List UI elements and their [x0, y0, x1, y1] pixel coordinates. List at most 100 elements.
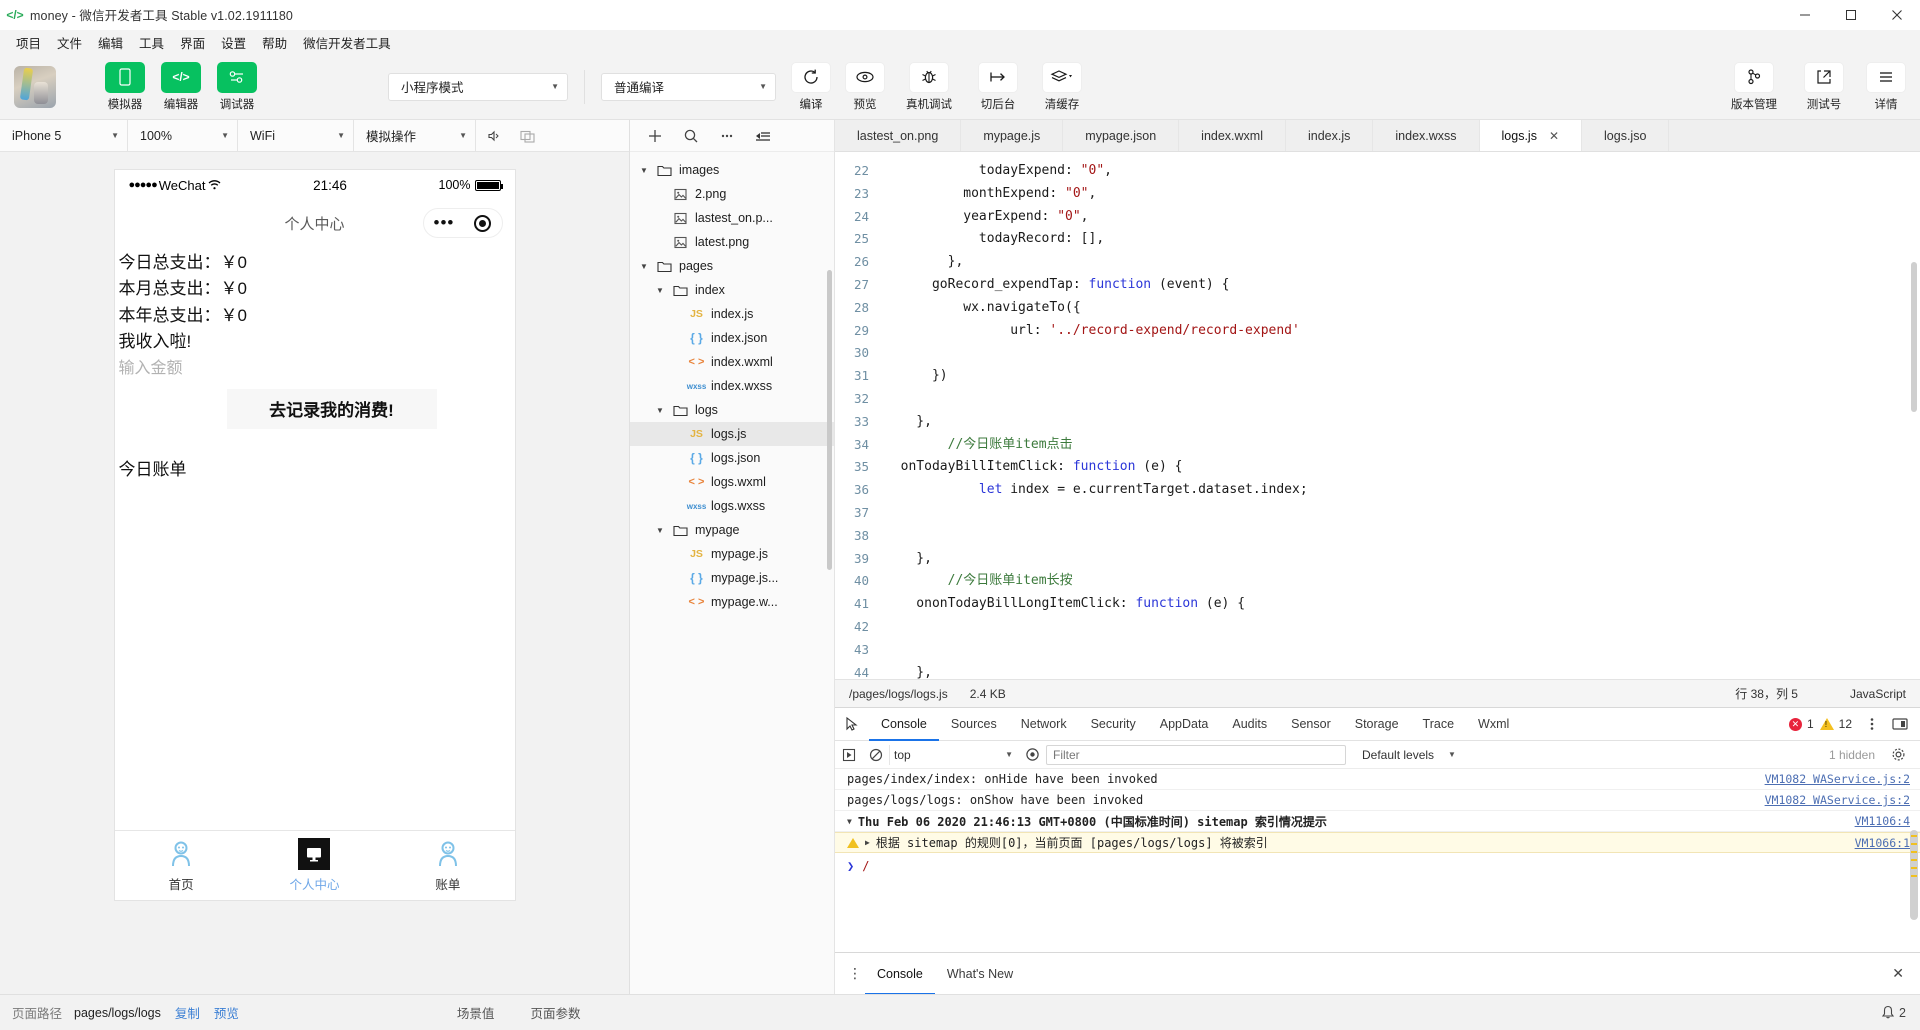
chevron-down-icon[interactable]: ▼ [847, 817, 852, 826]
zoom-select[interactable]: 100% ▼ [128, 120, 238, 151]
chevron-down-icon[interactable]: ▼ [654, 406, 666, 415]
menu-item-help[interactable]: 帮助 [254, 30, 295, 55]
more-icon[interactable] [712, 123, 742, 149]
code-line[interactable]: url: '../record-expend/record-expend' [885, 320, 1920, 343]
gesture-select[interactable]: 模拟操作 ▼ [354, 120, 476, 151]
tree-item[interactable]: lastest_on.p... [630, 206, 834, 230]
device-select[interactable]: iPhone 5 ▼ [0, 120, 128, 151]
code-line[interactable]: let index = e.currentTarget.dataset.inde… [885, 479, 1920, 502]
compile-select[interactable]: 普通编译 ▼ [601, 72, 776, 101]
devtools-tab-appdata[interactable]: AppData [1148, 708, 1221, 741]
console-filter-input[interactable]: Filter [1046, 744, 1346, 765]
tree-item[interactable]: ▼ images [630, 158, 834, 182]
page-params-label[interactable]: 页面参数 [512, 1003, 598, 1022]
avatar[interactable] [14, 65, 56, 108]
tree-item[interactable]: ▼ pages [630, 254, 834, 278]
code-line[interactable]: }, [885, 251, 1920, 274]
menu-item-devtools[interactable]: 微信开发者工具 [295, 30, 399, 55]
scene-value-label[interactable]: 场景值 [439, 1003, 513, 1022]
code-line[interactable]: goRecord_expendTap: function (event) { [885, 274, 1920, 297]
code-line[interactable]: }) [885, 365, 1920, 388]
close-icon[interactable]: ✕ [1549, 129, 1559, 143]
code-line[interactable]: onTodayBillItemClick: function (e) { [885, 456, 1920, 479]
debugger-toggle-button[interactable]: 调试器 [216, 61, 258, 112]
code-line[interactable]: //今日账单item长按 [885, 570, 1920, 593]
tab-bills[interactable]: 账单 [381, 838, 514, 893]
preview-path-button[interactable]: 预览 [214, 1003, 239, 1022]
capsule-menu[interactable]: ••• [422, 208, 503, 238]
more-dots-icon[interactable]: ••• [434, 214, 455, 231]
drawer-tab-console[interactable]: Console [865, 953, 935, 995]
code-area[interactable]: 22 23 24 25 26 27 28 29 30 31 32 33 34 35 36 37 38 39 40 41… [835, 152, 1920, 679]
close-icon[interactable] [1874, 0, 1920, 30]
editor-tab[interactable]: mypage.json [1063, 120, 1180, 151]
kebab-menu-icon[interactable] [1858, 708, 1886, 741]
console-output[interactable]: pages/index/index: onHide have been invo… [835, 769, 1920, 952]
console-message[interactable]: ▼ Thu Feb 06 2020 21:46:13 GMT+0800 (中国标准… [835, 811, 1920, 832]
code-line[interactable] [885, 502, 1920, 525]
speaker-icon[interactable] [476, 120, 510, 151]
compile-button[interactable]: 编译 [790, 61, 832, 112]
code-line[interactable] [885, 616, 1920, 639]
log-level-select[interactable]: Default levels ▼ [1362, 748, 1456, 762]
code-line[interactable]: }, [885, 548, 1920, 571]
test-account-button[interactable]: 测试号 [1800, 61, 1848, 112]
inspect-cursor-icon[interactable] [835, 716, 869, 732]
tree-item[interactable]: ▼ logs [630, 398, 834, 422]
editor-tab[interactable]: index.js [1286, 120, 1374, 151]
background-button[interactable]: 切后台 [972, 61, 1024, 112]
tree-item[interactable]: ▼ mypage [630, 518, 834, 542]
tree-item[interactable]: 2.png [630, 182, 834, 206]
live-expression-icon[interactable] [1019, 741, 1046, 768]
tree-item[interactable]: { } mypage.js... [630, 566, 834, 590]
tree-item[interactable]: JS logs.js [630, 422, 834, 446]
code-line[interactable]: ononTodayBillLongItemClick: function (e)… [885, 593, 1920, 616]
menu-item-tools[interactable]: 工具 [131, 30, 172, 55]
menu-item-settings[interactable]: 设置 [213, 30, 254, 55]
menu-item-ui[interactable]: 界面 [172, 30, 213, 55]
code-scrollbar[interactable] [1911, 262, 1917, 412]
chevron-down-icon[interactable]: ▼ [654, 526, 666, 535]
error-badge[interactable]: ✕ 1 [1788, 717, 1814, 731]
details-button[interactable]: 详情 [1866, 61, 1906, 112]
console-scrollbar[interactable] [1910, 795, 1918, 945]
add-file-icon[interactable] [640, 123, 670, 149]
record-expense-button[interactable]: 去记录我的消费! [226, 388, 437, 429]
drawer-tab-whats-new[interactable]: What's New [935, 953, 1025, 995]
code-line[interactable]: todayRecord: [], [885, 228, 1920, 251]
editor-tab[interactable]: index.wxss [1373, 120, 1480, 151]
tree-item[interactable]: JS mypage.js [630, 542, 834, 566]
code-line[interactable]: }, [885, 411, 1920, 434]
version-control-button[interactable]: 版本管理 [1726, 61, 1782, 112]
explorer-scrollbar[interactable] [827, 270, 832, 570]
console-message-source[interactable]: VM1082 WAService.js:2 [1765, 793, 1910, 807]
code-line[interactable] [885, 525, 1920, 548]
language-status[interactable]: JavaScript [1850, 687, 1906, 701]
devtools-tab-storage[interactable]: Storage [1343, 708, 1411, 741]
editor-toggle-button[interactable]: </> 编辑器 [160, 61, 202, 112]
target-circle-icon[interactable] [474, 214, 492, 232]
clear-cache-button[interactable]: 清缓存 [1036, 61, 1088, 112]
code-content[interactable]: todayExpend: "0", monthExpend: "0", year… [877, 152, 1920, 679]
tree-item[interactable]: ▼ index [630, 278, 834, 302]
chevron-right-icon[interactable]: ▶ [865, 838, 870, 847]
search-icon[interactable] [676, 123, 706, 149]
maximize-icon[interactable] [1828, 0, 1874, 30]
devtools-tab-sensor[interactable]: Sensor [1279, 708, 1343, 741]
context-select[interactable]: top ▼ [889, 744, 1019, 765]
execute-icon[interactable] [835, 741, 862, 768]
tree-item[interactable]: JS index.js [630, 302, 834, 326]
code-line[interactable]: }, [885, 662, 1920, 679]
tree-item[interactable]: { } logs.json [630, 446, 834, 470]
devtools-tab-network[interactable]: Network [1009, 708, 1079, 741]
menu-item-edit[interactable]: 编辑 [90, 30, 131, 55]
code-line[interactable]: todayExpend: "0", [885, 160, 1920, 183]
copy-path-button[interactable]: 复制 [175, 1003, 200, 1022]
real-device-debug-button[interactable]: 真机调试 [898, 61, 960, 112]
console-message-source[interactable]: VM1066:1 [1855, 836, 1910, 850]
chevron-down-icon[interactable]: ▼ [638, 262, 650, 271]
console-message[interactable]: pages/index/index: onHide have been invo… [835, 769, 1920, 790]
console-message-source[interactable]: VM1106:4 [1855, 814, 1910, 828]
editor-tab[interactable]: lastest_on.png [835, 120, 962, 151]
editor-tab[interactable]: logs.js ✕ [1479, 120, 1583, 151]
